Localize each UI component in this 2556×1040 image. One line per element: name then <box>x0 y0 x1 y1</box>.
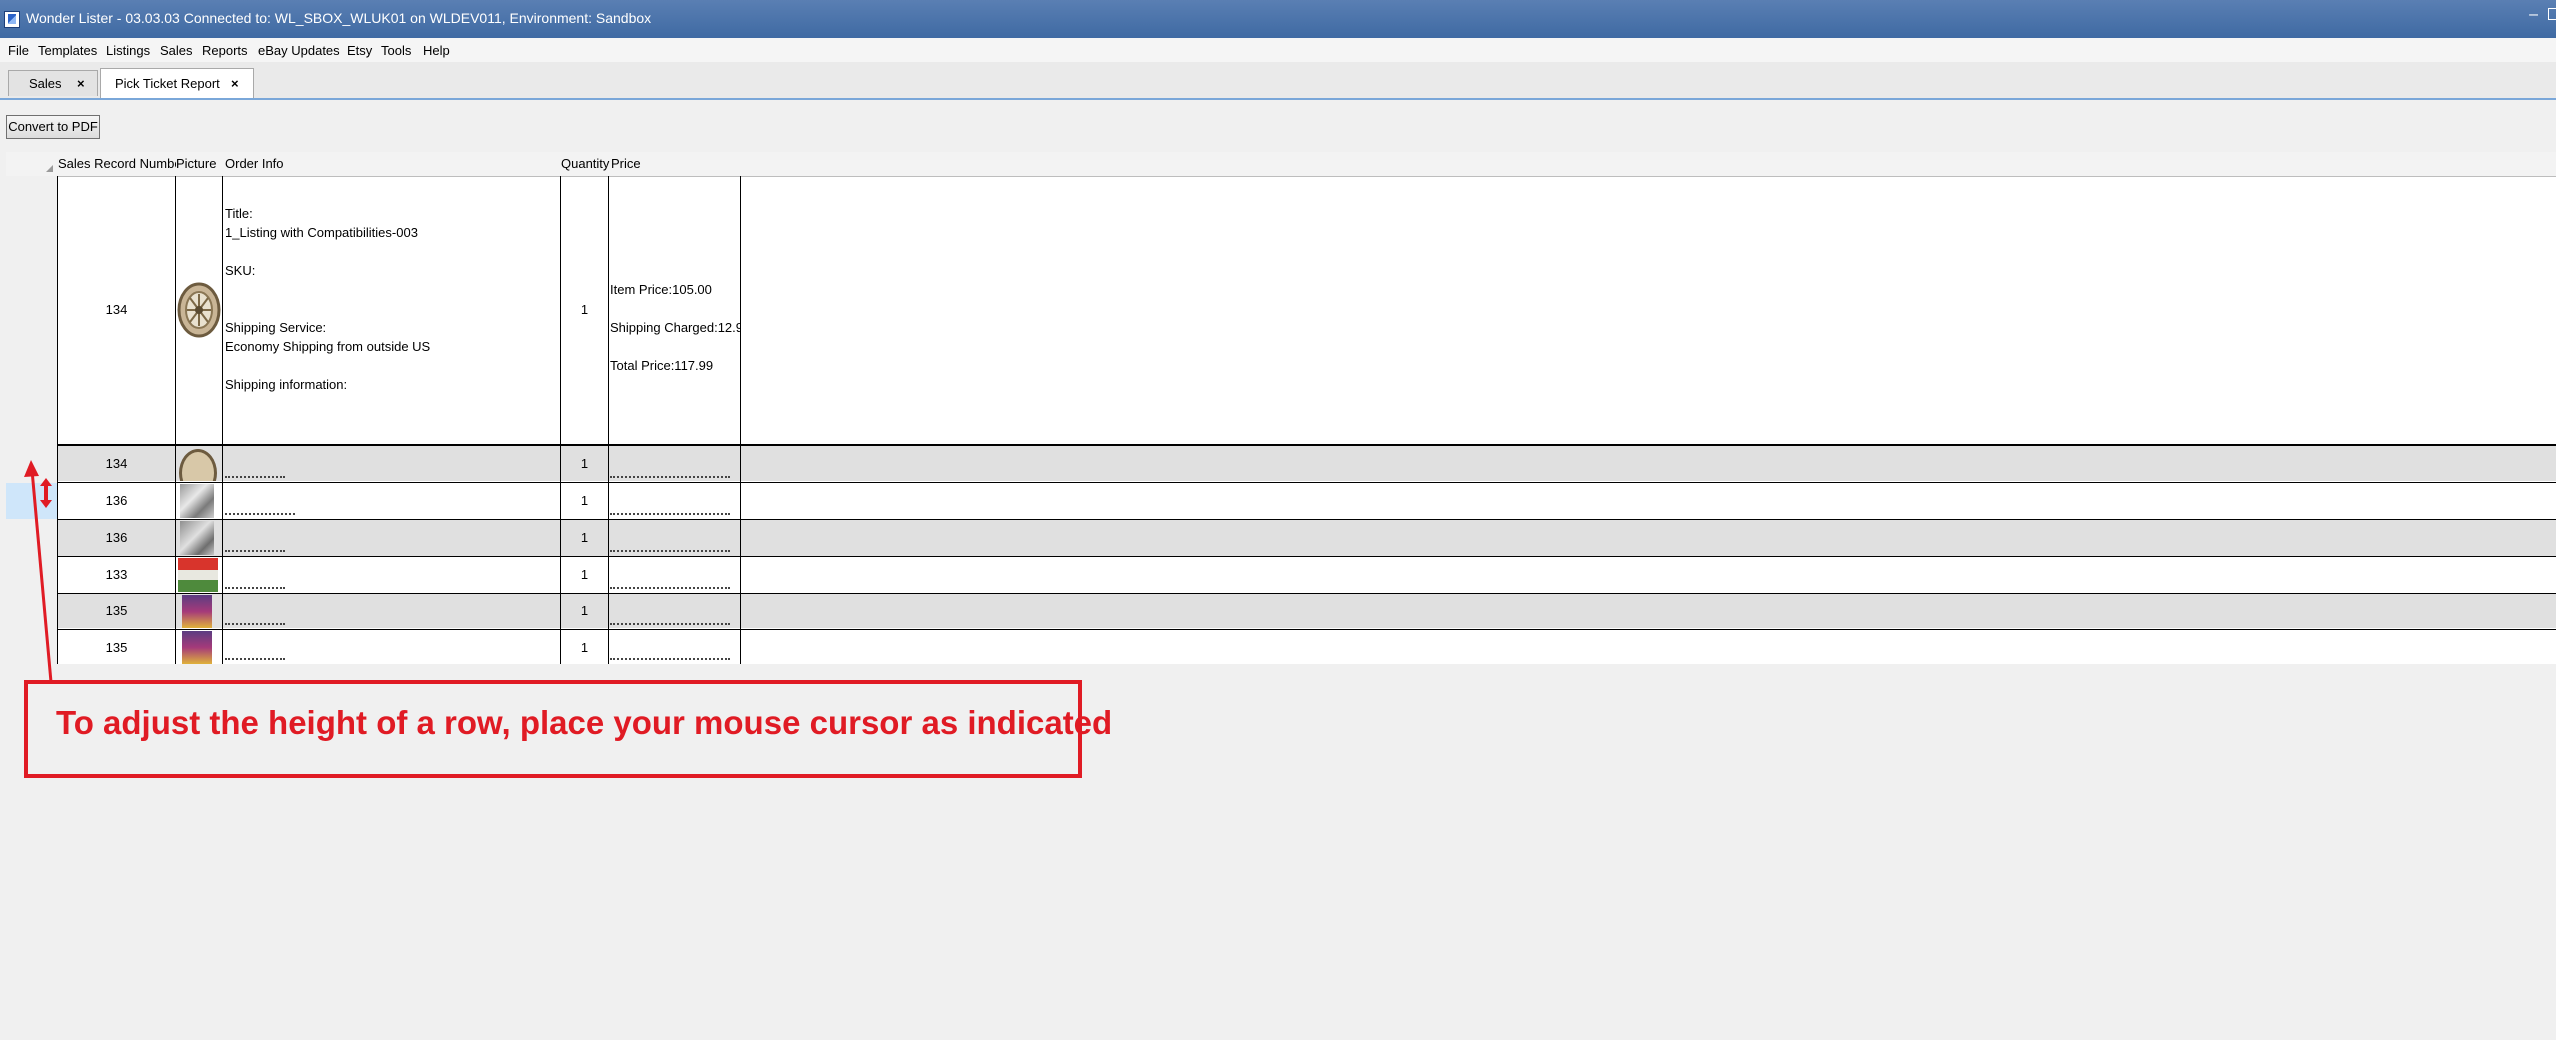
col-divider <box>608 176 609 665</box>
menu-reports[interactable]: Reports <box>202 43 248 58</box>
clipped-text-fragment <box>225 623 285 629</box>
row-divider <box>58 593 2556 594</box>
menu-file[interactable]: File <box>8 43 29 58</box>
order-info-line: Title: <box>225 206 253 221</box>
col-header-order-info[interactable]: Order Info <box>225 152 284 177</box>
maximize-icon[interactable] <box>2548 8 2556 20</box>
col-divider <box>175 176 176 665</box>
menu-listings[interactable]: Listings <box>106 43 150 58</box>
quantity-cell[interactable]: 1 <box>561 640 608 655</box>
row-bg <box>58 594 2556 628</box>
tab-pick-ticket-close-icon[interactable]: × <box>231 69 239 99</box>
order-info-line <box>225 356 555 375</box>
row-divider <box>58 519 2556 520</box>
row-bg <box>58 446 2556 481</box>
col-header-picture[interactable]: Picture <box>176 152 217 177</box>
price-line: Item Price:105.00 <box>610 282 712 297</box>
quantity-cell[interactable]: 1 <box>561 493 608 508</box>
product-thumbnail[interactable] <box>180 484 214 518</box>
tab-sales[interactable]: Sales × <box>8 70 98 96</box>
order-info-line: Economy Shipping from outside US <box>225 339 431 354</box>
clipped-text-fragment <box>225 476 285 484</box>
clipped-text-fragment <box>610 587 730 593</box>
menu-tools[interactable]: Tools <box>381 43 411 58</box>
clipped-text-fragment <box>225 513 295 519</box>
title-bar: Wonder Lister - 03.03.03 Connected to: W… <box>0 0 2556 38</box>
wheel-thumbnail[interactable] <box>178 447 220 481</box>
product-thumbnail[interactable] <box>180 521 214 555</box>
price-line: Total Price:117.99 <box>610 358 714 373</box>
toolbar <box>0 100 2556 150</box>
sales-record-cell[interactable]: 136 <box>58 530 175 545</box>
quantity-cell[interactable]: 1 <box>561 603 608 618</box>
order-info-line: SKU: <box>225 263 256 278</box>
row-divider <box>58 444 2556 446</box>
clipped-text-fragment <box>225 587 285 593</box>
app-icon <box>4 11 20 28</box>
menu-ebay-updates[interactable]: eBay Updates <box>258 43 340 58</box>
col-divider <box>740 176 741 665</box>
sales-record-cell[interactable]: 133 <box>58 567 175 582</box>
annotation-arrow <box>24 460 53 683</box>
price-line: Shipping Charged:12.99 <box>610 320 740 335</box>
quantity-cell[interactable]: 1 <box>561 530 608 545</box>
menu-templates[interactable]: Templates <box>38 43 97 58</box>
menu-help[interactable]: Help <box>423 43 450 58</box>
quantity-cell[interactable]: 1 <box>561 567 608 582</box>
col-divider <box>560 176 561 665</box>
order-info-cell[interactable]: Title: 1_Listing with Compatibilities-00… <box>225 204 555 394</box>
col-header-quantity[interactable]: Quantity <box>561 152 610 177</box>
price-line <box>610 299 740 318</box>
clipped-text-fragment <box>610 513 730 519</box>
product-thumbnail[interactable] <box>182 595 212 628</box>
grid-header <box>6 152 2556 177</box>
sales-record-cell[interactable]: 134 <box>58 302 175 317</box>
row-divider <box>58 556 2556 557</box>
clipped-text-fragment <box>225 550 285 556</box>
clipped-text-fragment <box>610 476 730 482</box>
quantity-cell[interactable]: 1 <box>561 456 608 471</box>
sales-record-cell[interactable]: 135 <box>58 603 175 618</box>
callout-text: To adjust the height of a row, place you… <box>56 704 1113 741</box>
col-header-sales-record[interactable]: Sales Record Number <box>58 152 186 177</box>
col-divider <box>222 176 223 665</box>
sales-record-cell[interactable]: 136 <box>58 493 175 508</box>
row-bg <box>58 520 2556 557</box>
window-title: Wonder Lister - 03.03.03 Connected to: W… <box>26 10 652 26</box>
price-line <box>610 337 740 356</box>
price-cell[interactable]: Item Price:105.00 Shipping Charged:12.99… <box>610 280 740 375</box>
menu-etsy[interactable]: Etsy <box>347 43 372 58</box>
row-divider <box>58 629 2556 630</box>
product-thumbnail[interactable] <box>182 631 212 664</box>
order-info-line <box>225 280 555 299</box>
tab-strip: Sales × Pick Ticket Report × <box>0 62 2556 100</box>
menu-sales[interactable]: Sales <box>160 43 193 58</box>
row-divider <box>58 482 2556 483</box>
minimize-icon[interactable]: – <box>2529 6 2538 24</box>
menu-bar: File Templates Listings Sales Reports eB… <box>0 38 2556 62</box>
clipped-text-fragment <box>610 623 730 629</box>
quantity-cell[interactable]: 1 <box>561 302 608 317</box>
col-header-price[interactable]: Price <box>611 152 641 177</box>
convert-to-pdf-button[interactable]: Convert to PDF <box>6 115 100 139</box>
sales-record-cell[interactable]: 134 <box>58 456 175 471</box>
tab-sales-close-icon[interactable]: × <box>77 71 85 97</box>
order-info-line: Shipping Service: <box>225 320 327 335</box>
tab-pick-ticket-report[interactable]: Pick Ticket Report × <box>100 68 254 98</box>
order-info-line: 1_Listing with Compatibilities-003 <box>225 225 418 240</box>
order-info-line <box>225 299 555 318</box>
order-info-line: Shipping information: <box>225 377 348 392</box>
tab-pick-ticket-label: Pick Ticket Report <box>115 76 220 91</box>
tab-sales-label: Sales <box>29 76 62 91</box>
sales-record-cell[interactable]: 135 <box>58 640 175 655</box>
select-all-corner[interactable] <box>46 165 53 172</box>
clipped-text-fragment <box>610 550 730 556</box>
wheel-thumbnail[interactable] <box>177 282 221 338</box>
instruction-callout: To adjust the height of a row, place you… <box>24 680 1112 778</box>
product-thumbnail[interactable] <box>178 558 218 592</box>
order-info-line <box>225 242 555 261</box>
